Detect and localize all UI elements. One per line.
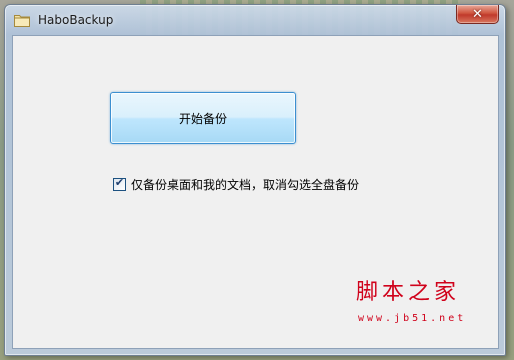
- close-button[interactable]: ✕: [456, 5, 499, 24]
- desktop-docs-only-option[interactable]: ✔ 仅备份桌面和我的文档，取消勾选全盘备份: [113, 176, 359, 193]
- close-icon: ✕: [472, 6, 483, 22]
- desktop-docs-only-checkbox[interactable]: ✔: [113, 176, 126, 191]
- window-title: HaboBackup: [38, 13, 114, 27]
- watermark: 脚本之家 www.jb51.net: [356, 279, 486, 329]
- folder-icon: [14, 15, 30, 27]
- watermark-logo: 脚本之家: [356, 280, 461, 305]
- title-bar[interactable]: HaboBackup ✕: [5, 5, 505, 35]
- app-window: HaboBackup ✕ 开始备份 ✔ 仅备份桌面和我的文档，取消勾选全盘备份 …: [4, 4, 506, 356]
- desktop-docs-only-label: 仅备份桌面和我的文档，取消勾选全盘备份: [131, 178, 360, 192]
- start-backup-button[interactable]: 开始备份: [110, 92, 296, 144]
- client-area: 开始备份 ✔ 仅备份桌面和我的文档，取消勾选全盘备份 脚本之家 www.jb51…: [12, 35, 499, 349]
- checkmark-icon: ✔: [114, 176, 125, 189]
- watermark-url: www.jb51.net: [358, 313, 467, 324]
